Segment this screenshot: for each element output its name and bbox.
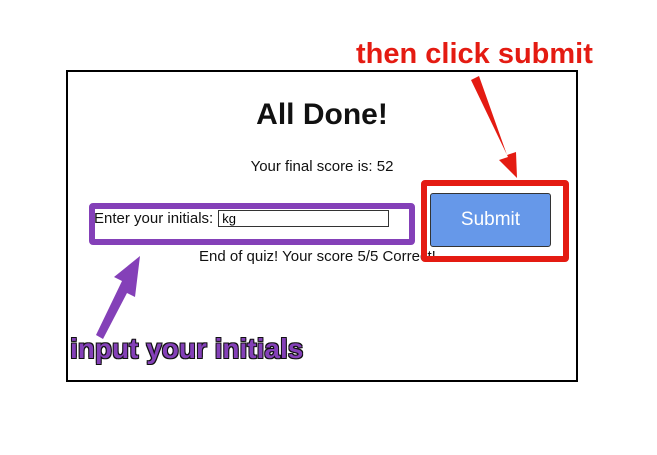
submit-hint-label: then click submit [356, 38, 593, 70]
initials-arrow-icon [96, 256, 140, 339]
initials-hint-label: input your initials [69, 332, 304, 365]
submit-arrow-icon [471, 76, 517, 178]
